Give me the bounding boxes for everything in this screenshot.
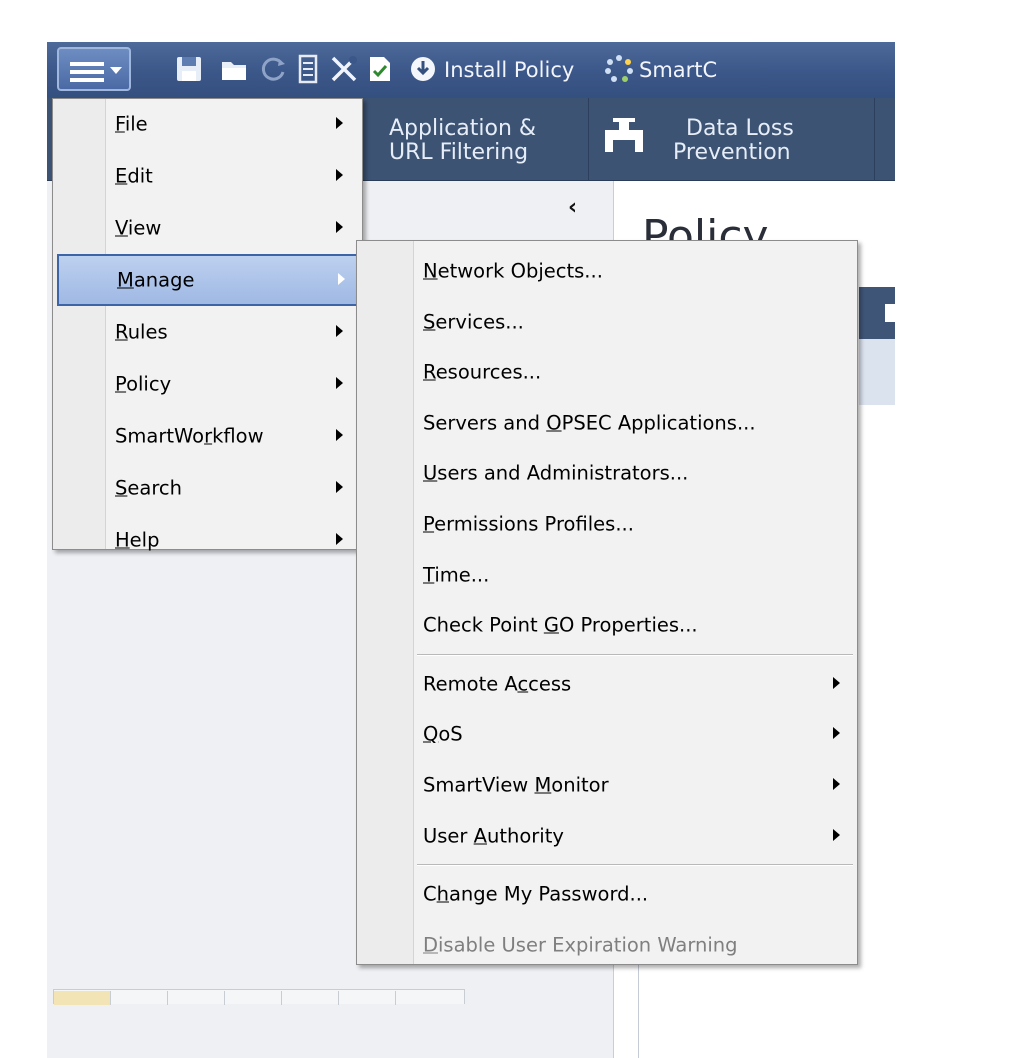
verify-icon[interactable]: [365, 54, 395, 84]
menu-item-label: Edit: [115, 164, 153, 188]
menu-item-label: User Authority: [423, 824, 564, 848]
install-policy-button[interactable]: Install Policy: [444, 58, 574, 82]
submenu-item-servers-and-opsec-applications[interactable]: Servers and OPSEC Applications...: [357, 398, 857, 448]
chevron-down-icon: [110, 67, 122, 74]
menu-item-label: Time...: [423, 563, 490, 587]
save-icon[interactable]: [174, 54, 204, 84]
menu-item-file[interactable]: File: [53, 98, 362, 150]
submenu-arrow-icon: [833, 828, 840, 841]
tools-icon[interactable]: [329, 54, 359, 84]
menu-item-label: Change My Password...: [423, 882, 649, 906]
collapse-panel-button[interactable]: ‹: [568, 195, 577, 220]
submenu-item-permissions-profiles[interactable]: Permissions Profiles...: [357, 499, 857, 549]
menu-item-view[interactable]: View: [53, 202, 362, 254]
smartconsole-icon: [605, 55, 633, 82]
menu-item-smartworkflow[interactable]: SmartWorkflow: [53, 410, 362, 462]
install-policy-icon[interactable]: [408, 54, 438, 84]
menu-item-label: Disable User Expiration Warning: [423, 933, 738, 957]
table-row[interactable]: [859, 339, 895, 405]
submenu-item-users-and-administrators[interactable]: Users and Administrators...: [357, 448, 857, 498]
menu-item-help[interactable]: Help: [53, 514, 362, 566]
submenu-arrow-icon: [336, 377, 343, 389]
submenu-arrow-icon: [338, 273, 345, 285]
submenu-item-time[interactable]: Time...: [357, 550, 857, 600]
menu-item-edit[interactable]: Edit: [53, 150, 362, 202]
submenu-arrow-icon: [336, 533, 343, 545]
submenu-item-qos[interactable]: QoS: [357, 709, 857, 759]
submenu-item-services[interactable]: Services...: [357, 297, 857, 347]
tab-application-url-filtering[interactable]: Application & URL Filtering: [357, 98, 589, 180]
server-icon[interactable]: [293, 54, 323, 84]
submenu-item-remote-access[interactable]: Remote Access: [357, 659, 857, 709]
menu-item-label: View: [115, 216, 162, 240]
menu-item-label: Check Point GO Properties...: [423, 613, 698, 637]
submenu-item-user-authority[interactable]: User Authority: [357, 811, 857, 861]
submenu-item-smartview-monitor[interactable]: SmartView Monitor: [357, 760, 857, 810]
submenu-arrow-icon: [336, 481, 343, 493]
tab-label-line1: Data Loss: [686, 116, 794, 141]
tab-label-line1: Application &: [389, 116, 537, 141]
submenu-item-check-point-go-properties[interactable]: Check Point GO Properties...: [357, 600, 857, 650]
submenu-arrow-icon: [336, 169, 343, 181]
rules-grid-header[interactable]: [859, 287, 897, 339]
manage-submenu: Network Objects... Services... Resources..…: [356, 240, 858, 965]
smartconsole-button[interactable]: SmartC: [639, 58, 717, 82]
tab-label-line2: URL Filtering: [389, 140, 529, 165]
top-toolbar: Install Policy SmartC: [47, 42, 895, 98]
menu-item-label: QoS: [423, 722, 463, 746]
app-main-menu: File Edit View Manage Rules Policy SmartWorkfl…: [52, 98, 363, 552]
submenu-arrow-icon: [336, 221, 343, 233]
menu-item-label: SmartWorkflow: [115, 424, 264, 448]
menu-item-label: Search: [115, 476, 183, 500]
refresh-icon[interactable]: [259, 54, 289, 84]
menu-item-manage[interactable]: Manage: [57, 254, 360, 306]
menu-item-label: Rules: [115, 320, 168, 344]
submenu-arrow-icon: [336, 117, 343, 129]
menu-item-label: Remote Access: [423, 672, 572, 696]
menu-item-label: File: [115, 112, 148, 136]
menu-item-label: Manage: [117, 268, 195, 292]
submenu-arrow-icon: [833, 676, 840, 689]
panel-tab-strip[interactable]: [53, 989, 465, 1005]
submenu-item-change-my-password[interactable]: Change My Password...: [357, 869, 857, 919]
smartdashboard-window: Install Policy SmartC Application & URL …: [0, 0, 1012, 1058]
menu-separator: [417, 653, 853, 656]
menu-item-label: Servers and OPSEC Applications...: [423, 411, 756, 435]
menu-item-label: Network Objects...: [423, 259, 603, 283]
tab-label-line2: Prevention: [673, 140, 791, 165]
menu-item-label: Users and Administrators...: [423, 461, 689, 485]
submenu-item-resources[interactable]: Resources...: [357, 347, 857, 397]
submenu-arrow-icon: [336, 325, 343, 337]
menu-item-label: Policy: [115, 372, 172, 396]
app-menu-button[interactable]: [57, 47, 131, 91]
menu-item-label: Resources...: [423, 360, 542, 384]
submenu-item-disable-user-expiration-warning: Disable User Expiration Warning: [357, 920, 857, 970]
menu-item-label: Services...: [423, 310, 524, 334]
menu-separator: [417, 864, 853, 867]
menu-item-search[interactable]: Search: [53, 462, 362, 514]
menu-item-policy[interactable]: Policy: [53, 358, 362, 410]
submenu-arrow-icon: [833, 727, 840, 740]
submenu-arrow-icon: [336, 429, 343, 441]
app-menu-icon: [70, 62, 104, 86]
menu-item-label: Help: [115, 528, 160, 552]
menu-item-rules[interactable]: Rules: [53, 306, 362, 358]
faucet-icon: [605, 118, 643, 152]
submenu-item-network-objects[interactable]: Network Objects...: [357, 246, 857, 296]
menu-item-label: Permissions Profiles...: [423, 512, 634, 536]
open-folder-icon[interactable]: [219, 54, 249, 84]
submenu-arrow-icon: [833, 778, 840, 790]
menu-item-label: SmartView Monitor: [423, 773, 609, 797]
tab-data-loss-prevention[interactable]: Data Loss Prevention: [589, 98, 875, 180]
